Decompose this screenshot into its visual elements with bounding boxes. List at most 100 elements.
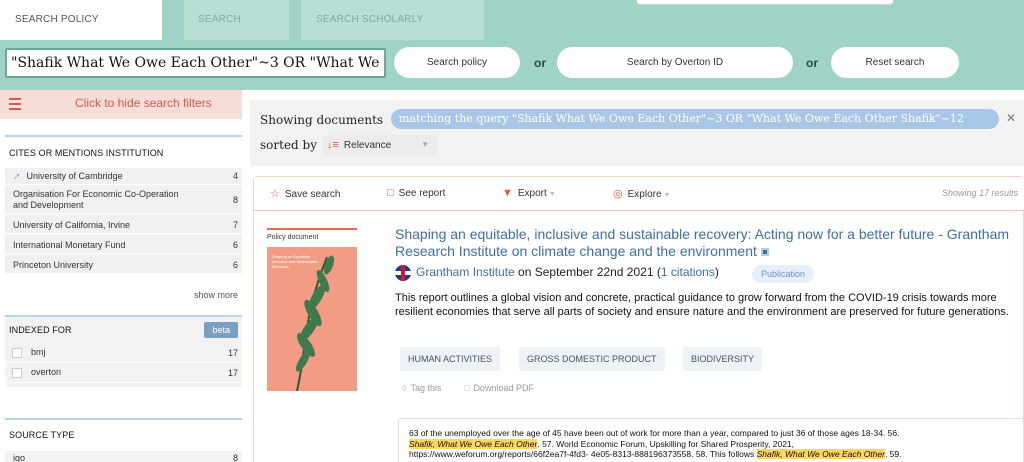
filter-count: 17	[227, 367, 238, 378]
showing-label: Showing documents	[260, 113, 384, 127]
document-thumbnail[interactable]: Shaping an Equitable, Inclusive and Sust…	[267, 247, 357, 391]
export-button[interactable]: ▼ Export ▼	[502, 187, 556, 199]
pdf-icon: □	[464, 383, 470, 393]
sort-icon: ↓≡	[327, 139, 339, 151]
publication-badge: Publication	[752, 265, 815, 283]
external-link-icon[interactable]	[760, 248, 769, 256]
search-policy-button[interactable]: Search policy	[394, 47, 520, 78]
snippet-text: . 59.	[884, 449, 902, 459]
cites-institution-panel: CITES OR MENTIONS INSTITUTION ➚ Universit…	[5, 135, 242, 307]
search-tabs: SEARCH POLICY DOCUMENTS SEARCH PEOPLE SE…	[0, 0, 496, 65]
search-input[interactable]: "Shafik What We Owe Each Other"~3 OR "Wh…	[5, 48, 386, 78]
filter-item[interactable]: Princeton University 6	[5, 256, 242, 274]
show-more-link[interactable]: show more	[194, 290, 238, 300]
filter-count: 6	[232, 259, 238, 270]
checkbox[interactable]	[12, 347, 22, 358]
filter-count: 8	[232, 452, 238, 462]
or-label: or	[806, 56, 818, 70]
page: SEARCH POLICY DOCUMENTS SEARCH PEOPLE SE…	[0, 0, 1024, 462]
dropdown-panel-edge	[636, 0, 894, 5]
pin-icon: ➚	[13, 170, 21, 181]
snippet-text: . 57. World Economic Forum, Upskilling f…	[537, 438, 795, 449]
filter-label: Princeton University	[13, 259, 94, 270]
topic-tag[interactable]: GROSS DOMESTIC PRODUCT	[519, 347, 665, 371]
save-search-label: Save search	[284, 189, 341, 200]
filter-label: University of Cambridge	[26, 170, 123, 181]
reset-search-button[interactable]: Reset search	[831, 47, 959, 78]
thumbnail-accent	[267, 228, 357, 230]
tab-search-policy[interactable]: SEARCH POLICY DOCUMENTS	[0, 0, 162, 65]
filter-item[interactable]: igo 8	[5, 451, 242, 462]
filter-count: 8	[232, 195, 238, 205]
star-icon: ☆	[270, 188, 280, 200]
download-icon: ▼	[502, 187, 513, 199]
download-pdf-button[interactable]: □ Download PDF	[464, 383, 534, 393]
chevron-down-icon: ▼	[421, 140, 429, 149]
chevron-down-icon: ▼	[663, 192, 671, 199]
uk-flag-icon	[395, 265, 411, 281]
filter-item[interactable]: University of California, Irvine 7	[5, 216, 242, 234]
institution-link[interactable]: Grantham Institute	[416, 265, 515, 279]
download-pdf-label: Download PDF	[473, 383, 534, 393]
filter-label: bmj	[31, 347, 46, 358]
see-report-button[interactable]: □ See report	[387, 187, 445, 199]
panel-title: CITES OR MENTIONS INSTITUTION	[9, 148, 164, 158]
close-icon[interactable]: ✕	[1006, 111, 1016, 125]
filter-item[interactable]: ➚ University of Cambridge 4	[5, 168, 242, 185]
tab-search-scholarly[interactable]: SEARCH SCHOLARLY ARTICLES	[301, 0, 484, 65]
hamburger-icon[interactable]	[9, 98, 21, 113]
checkbox[interactable]	[12, 367, 22, 378]
result-title[interactable]: Shaping an equitable, inclusive and sust…	[395, 226, 1024, 260]
export-label: Export	[517, 188, 547, 199]
beta-badge: beta	[204, 322, 238, 338]
snippet-highlight: Shafik, What We Owe Each Other	[409, 438, 538, 449]
tab-search-people[interactable]: SEARCH PEOPLE	[184, 0, 289, 65]
citations-link[interactable]: 1 citations	[661, 265, 715, 279]
result-title-text: Shaping an equitable, inclusive and sust…	[395, 226, 1010, 259]
query-pill: matching the query "Shafik What We Owe E…	[391, 109, 999, 129]
institution-list: ➚ University of Cambridge 4 Organisation …	[5, 168, 242, 274]
tag-icon: ◊	[402, 383, 407, 393]
hide-filters-label[interactable]: Click to hide search filters	[75, 96, 212, 110]
tag-this-label: Tag this	[410, 383, 442, 393]
filter-count: 7	[232, 219, 238, 230]
filter-item[interactable]: International Monetary Fund 6	[5, 236, 242, 254]
result-snippet: 63 of the unemployed over the age of 45 …	[398, 418, 1024, 462]
topic-tag[interactable]: HUMAN ACTIVITIES	[400, 347, 501, 371]
filter-label: igo	[13, 452, 26, 462]
filter-item[interactable]: overton 17	[5, 363, 242, 383]
filter-item[interactable]: Organisation For Economic Co-Operation a…	[5, 187, 242, 214]
tag-this-button[interactable]: ◊ Tag this	[402, 383, 441, 393]
panel-title: SOURCE TYPE	[9, 430, 75, 440]
filter-item[interactable]: bmj 17	[5, 343, 242, 363]
sorted-by-label: sorted by	[260, 138, 317, 152]
compass-icon: ◎	[613, 188, 623, 200]
source-type-panel: SOURCE TYPE igo 8	[5, 418, 242, 462]
showing-results-count: Showing 17 results	[942, 188, 1019, 198]
filter-count: 4	[232, 171, 238, 181]
search-by-id-button[interactable]: Search by Overton ID	[557, 47, 793, 78]
topic-tag[interactable]: BIODIVERSITY	[683, 347, 763, 371]
document-icon: □	[387, 187, 394, 199]
snippet-highlight: Shafik, What We Owe Each Other	[756, 449, 885, 459]
snippet-text: 63 of the unemployed over the age of 45 …	[409, 428, 900, 438]
panel-title: INDEXED FOR	[9, 325, 72, 335]
filter-label: overton	[31, 367, 62, 378]
filter-count: 17	[227, 347, 238, 358]
filter-label: Organisation For Economic Co-Operation a…	[13, 189, 179, 210]
save-search-button[interactable]: ☆ Save search	[270, 187, 340, 200]
filter-label: University of California, Irvine	[13, 219, 131, 230]
sort-select[interactable]: ↓≡ Relevance ▼	[323, 135, 437, 155]
panel-header: INDEXED FOR beta	[5, 317, 242, 343]
explore-button[interactable]: ◎ Explore ▼	[613, 187, 670, 200]
indexed-for-panel: INDEXED FOR beta bmj 17 overton 17	[5, 315, 242, 387]
sort-value: Relevance	[343, 140, 392, 151]
or-label: or	[534, 56, 546, 70]
result-summary: This report outlines a global vision and…	[395, 292, 1009, 318]
date-text: on September 22nd 2021 (	[514, 265, 661, 280]
filter-count: 6	[232, 239, 238, 250]
explore-label: Explore	[627, 189, 662, 200]
plant-image	[296, 255, 335, 391]
close-paren: )	[714, 265, 719, 280]
result-meta: Grantham Institute on September 22nd 202…	[395, 265, 719, 281]
